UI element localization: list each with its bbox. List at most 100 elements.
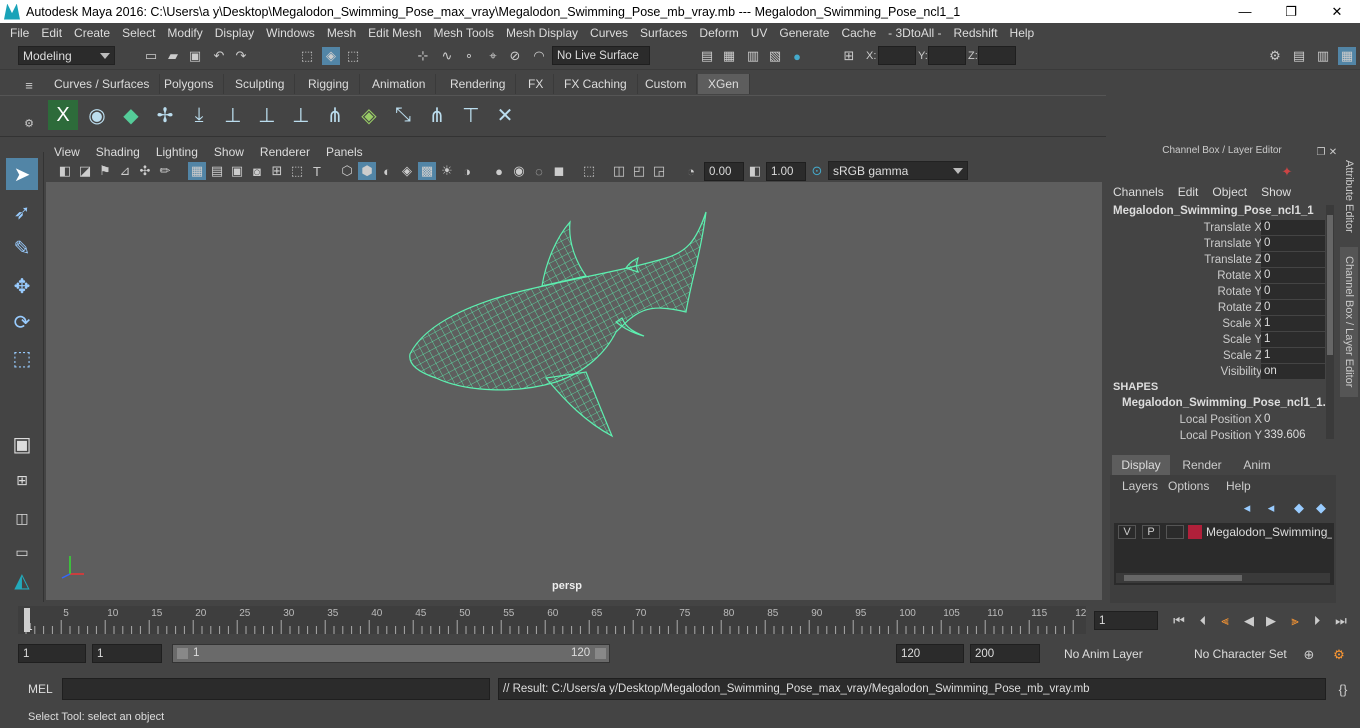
save-scene-icon[interactable]: ▣ (186, 47, 204, 65)
playback-end-field[interactable]: 120 (896, 644, 964, 663)
redo-icon[interactable]: ↷ (232, 47, 250, 65)
perspective-viewport[interactable]: persp (46, 182, 1102, 600)
layer-tab-display[interactable]: Display (1112, 455, 1170, 475)
panel-menu-panels[interactable]: Panels (318, 145, 371, 159)
select-hierarchy-icon[interactable]: ⬚ (298, 47, 316, 65)
maya-home-icon[interactable]: ◭ (6, 564, 38, 596)
step-back-frame-icon[interactable]: ⫷ (1216, 612, 1234, 630)
color-management-icon[interactable]: ⊙ (808, 162, 826, 180)
panel-menu-shading[interactable]: Shading (88, 145, 148, 159)
layer-scrollbar[interactable] (1116, 573, 1330, 583)
step-back-key-icon[interactable]: ⏴ (1194, 612, 1212, 630)
sculpt-guides-icon[interactable]: ⊥ (218, 100, 248, 130)
script-language-label[interactable]: MEL (28, 682, 53, 696)
y-coord-field[interactable] (928, 46, 966, 65)
maximize-button[interactable]: ❐ (1268, 0, 1314, 23)
shelf-tab-curves-surfaces[interactable]: Curves / Surfaces (44, 74, 161, 94)
anti-aliasing-icon[interactable]: ◌ (530, 162, 548, 180)
panel-menu-view[interactable]: View (46, 145, 88, 159)
menu-select[interactable]: Select (116, 26, 161, 40)
menu-surfaces[interactable]: Surfaces (634, 26, 693, 40)
safe-title-icon[interactable]: T (308, 162, 326, 180)
channel-value[interactable]: on (1261, 364, 1325, 379)
select-component-icon[interactable]: ⬚ (344, 47, 362, 65)
channel-scrollbar[interactable] (1326, 205, 1334, 439)
safe-action-icon[interactable]: ⬚ (288, 162, 306, 180)
shelf-menu-icon[interactable]: ≡ (20, 76, 38, 94)
layer-display-type[interactable] (1166, 525, 1184, 539)
shelf-tab-fx[interactable]: FX (518, 74, 555, 94)
channel-row[interactable]: Rotate Y0 (1106, 284, 1326, 300)
channel-box-toggle-icon[interactable]: ▦ (1338, 47, 1356, 65)
comb-icon[interactable]: ⋔ (422, 100, 452, 130)
paint-select-tool-icon[interactable]: ✎ (6, 232, 38, 264)
move-tool-icon[interactable]: ✥ (6, 270, 38, 302)
move-layer-down-icon[interactable]: ◂ (1262, 499, 1280, 517)
two-d-pan-zoom-icon[interactable]: ✣ (136, 162, 154, 180)
new-scene-icon[interactable]: ▭ (142, 47, 160, 65)
menu-mesh-display[interactable]: Mesh Display (500, 26, 584, 40)
channel-row[interactable]: Local Position Y 339.606 (1106, 428, 1326, 444)
channel-box-tab[interactable]: Channel Box / Layer Editor (1340, 247, 1358, 397)
channel-value[interactable]: 0 (1261, 412, 1325, 427)
menu-mesh-tools[interactable]: Mesh Tools (428, 26, 500, 40)
menu-create[interactable]: Create (68, 26, 116, 40)
channel-row[interactable]: Translate Y0 (1106, 236, 1326, 252)
grid-toggle-icon[interactable]: ▦ (188, 162, 206, 180)
depth-of-field-icon[interactable]: ◼ (550, 162, 568, 180)
channel-row[interactable]: Translate Z0 (1106, 252, 1326, 268)
menu-mesh[interactable]: Mesh (321, 26, 362, 40)
magnet-icon[interactable]: ◠ (530, 47, 548, 65)
xray-joints-icon[interactable]: ◰ (630, 162, 648, 180)
menu-display[interactable]: Display (209, 26, 260, 40)
menu-edit[interactable]: Edit (35, 26, 68, 40)
channel-value[interactable]: 1 (1261, 348, 1325, 363)
play-forwards-icon[interactable]: ▶ (1262, 612, 1280, 630)
shelf-tab-xgen[interactable]: XGen (698, 74, 750, 94)
ipr-render-icon[interactable]: ▥ (744, 47, 762, 65)
shelf-tab-animation[interactable]: Animation (362, 74, 437, 94)
motion-blur-icon[interactable]: ◉ (510, 162, 528, 180)
channel-value[interactable]: 0 (1261, 236, 1325, 251)
field-chart-icon[interactable]: ⊞ (268, 162, 286, 180)
z-coord-field[interactable] (978, 46, 1016, 65)
add-guide-icon[interactable]: ✢ (150, 100, 180, 130)
image-plane-icon[interactable]: ⊿ (116, 162, 134, 180)
panel-menu-renderer[interactable]: Renderer (252, 145, 318, 159)
render-view-icon[interactable]: ▤ (698, 47, 716, 65)
shelf-tab-rigging[interactable]: Rigging (298, 74, 360, 94)
scale-tool-icon[interactable]: ⬚ (6, 342, 38, 374)
range-end-handle[interactable] (595, 648, 606, 659)
guide-visibility-icon[interactable]: ⊥ (252, 100, 282, 130)
menu-curves[interactable]: Curves (584, 26, 634, 40)
snap-grid-icon[interactable]: ⊹ (414, 47, 432, 65)
snap-point-icon[interactable]: ∘ (460, 47, 478, 65)
step-forward-frame-icon[interactable]: ⫸ (1286, 612, 1304, 630)
animation-end-field[interactable]: 200 (970, 644, 1040, 663)
lock-guides-icon[interactable]: ⊥ (286, 100, 316, 130)
gamma-field[interactable]: 1.00 (766, 162, 806, 181)
film-gate-icon[interactable]: ▤ (208, 162, 226, 180)
script-editor-icon[interactable]: {} (1334, 680, 1352, 698)
render-settings-icon[interactable]: ▧ (766, 47, 784, 65)
rotate-tool-icon[interactable]: ⟳ (6, 306, 38, 338)
undo-icon[interactable]: ↶ (210, 47, 228, 65)
panel-menu-lighting[interactable]: Lighting (148, 145, 206, 159)
shelf-tab-fx-caching[interactable]: FX Caching (554, 74, 638, 94)
camera-attributes-icon[interactable]: ◪ (76, 162, 94, 180)
layer-menu-layers[interactable]: Layers (1122, 479, 1158, 493)
panel-menu-show[interactable]: Show (206, 145, 252, 159)
menu-help[interactable]: Help (1004, 26, 1041, 40)
channel-value[interactable]: 0 (1261, 220, 1325, 235)
time-slider[interactable]: 1510152025303540455055606570758085909510… (18, 606, 1086, 634)
layer-tab-anim[interactable]: Anim (1232, 455, 1282, 475)
command-input[interactable] (62, 678, 490, 700)
shelf-tab-sculpting[interactable]: Sculpting (225, 74, 296, 94)
color-space-dropdown[interactable]: sRGB gamma (828, 161, 968, 180)
layer-row[interactable]: V P Megalodon_Swimming_Pose (1114, 523, 1334, 541)
cb-menu-edit[interactable]: Edit (1171, 185, 1206, 199)
camera-select-icon[interactable]: ◧ (56, 162, 74, 180)
move-layer-up-icon[interactable]: ◂ (1238, 499, 1256, 517)
menu-redshift[interactable]: Redshift (948, 26, 1004, 40)
render-frame-icon[interactable]: ▦ (720, 47, 738, 65)
